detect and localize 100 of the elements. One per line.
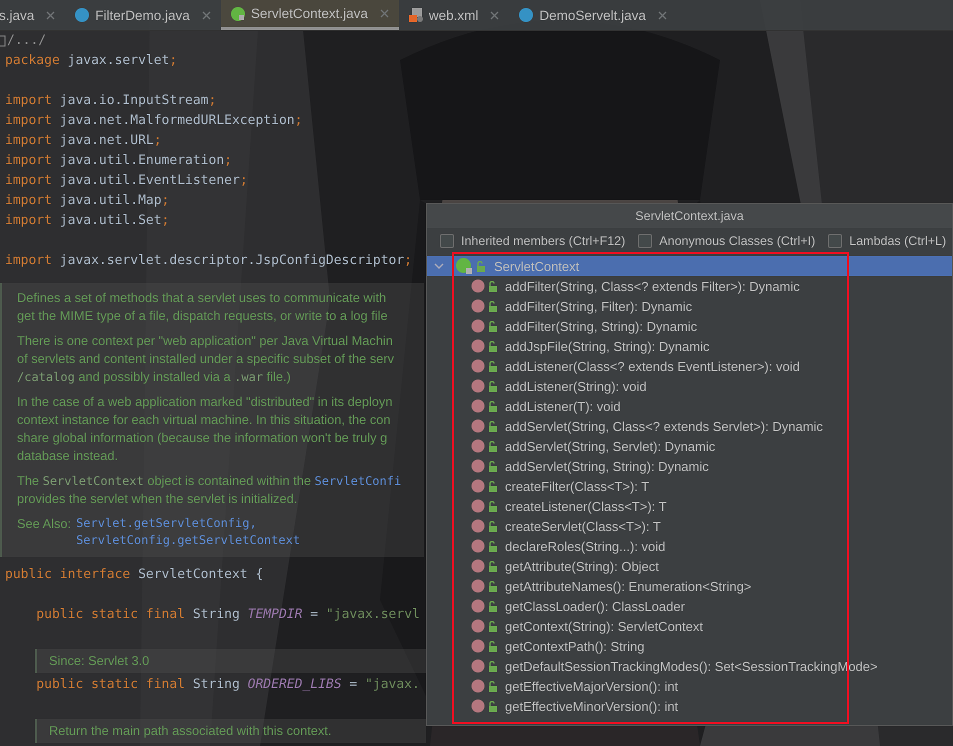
unlocked-padlock-icon [488, 560, 497, 572]
unlocked-padlock-icon [488, 500, 497, 512]
close-icon [380, 9, 389, 18]
fold-icon [0, 35, 6, 47]
code-line: import java.util.EventListener; [4, 172, 248, 190]
method-icon [471, 379, 485, 393]
code-line: import java.io.InputStream; [4, 92, 216, 110]
method-icon [471, 619, 485, 633]
code-line: import java.net.URL; [4, 132, 162, 150]
code-line: import java.util.Enumeration; [4, 152, 232, 170]
unlocked-padlock-icon [488, 440, 497, 452]
method-icon [471, 439, 485, 453]
unlocked-padlock-icon [488, 340, 497, 352]
doc-text: Defines a set of methods that a servlet uses to communicate with [17, 289, 386, 307]
unlocked-padlock-icon [488, 420, 497, 432]
method-icon [471, 339, 485, 353]
unlocked-padlock-icon [488, 660, 497, 672]
interface-icon [456, 258, 472, 274]
doc-text: In the case of a web application marked "distributed" in its deployn [17, 393, 392, 411]
tree-row[interactable]: addServlet(String, Servlet): Dynamic [427, 436, 952, 456]
tree-row[interactable]: getEffectiveMinorVersion(): int [427, 696, 952, 716]
checkbox[interactable] [440, 234, 454, 248]
unlocked-padlock-icon [488, 680, 497, 692]
method-icon [471, 699, 485, 713]
close-icon [202, 10, 211, 20]
editor-tab[interactable]: ServletContext.java [220, 0, 399, 30]
method-icon [471, 359, 485, 373]
code-line: public interface ServletContext { [4, 566, 264, 584]
doc-text: Return the main path associated with this context. [49, 722, 332, 740]
method-icon [471, 419, 485, 433]
doc-link[interactable]: ServletConfig.getServletContext [76, 532, 300, 549]
method-icon [471, 659, 485, 673]
unlocked-padlock-icon [488, 480, 497, 492]
unlocked-padlock-icon [488, 700, 497, 712]
tree-row[interactable]: getClassLoader(): ClassLoader [427, 596, 952, 616]
unlocked-padlock-icon [488, 300, 497, 312]
doc-link[interactable]: Servlet.getServletConfig, [76, 515, 257, 532]
unlocked-padlock-icon [488, 400, 497, 412]
close-icon [490, 10, 500, 20]
tree-row[interactable]: addFilter(String, Filter): Dynamic [427, 296, 952, 316]
doc-text: provides the servlet when the servlet is initialized. [17, 490, 298, 508]
doc-text: The ServletContext object is contained within the ServletConfi [17, 472, 402, 490]
tree-row[interactable]: addListener(T): void [427, 396, 952, 416]
editor-tab[interactable]: FilterDemo.java [65, 0, 221, 30]
code-line: package javax.servlet; [4, 52, 178, 70]
checkbox-label[interactable]: Anonymous Classes (Ctrl+I) [659, 234, 816, 248]
tree-row[interactable]: getContext(String): ServletContext [427, 616, 952, 636]
tree-row[interactable]: addFilter(String, Class<? extends Filter>): Dynamic [427, 276, 952, 296]
unlocked-padlock-icon [488, 520, 497, 532]
doc-text: of servlets and content installed under a specific subset of the serv [17, 350, 394, 368]
tree-row[interactable]: getEffectiveMajorVersion(): int [427, 676, 952, 696]
doc-text: /catalog and possibly installed via a .war file.) [17, 368, 291, 386]
checkbox[interactable] [828, 234, 842, 248]
editor-tab[interactable]: web.xml [398, 0, 510, 30]
tree-row[interactable]: addListener(Class<? extends EventListener>): void [427, 356, 952, 376]
doc-text: get the MIME type of a file, dispatch requests, or write to a log file [17, 307, 388, 325]
method-icon [471, 579, 485, 593]
tree-row[interactable]: createListener(Class<T>): T [427, 496, 952, 516]
checkbox[interactable] [638, 234, 652, 248]
method-icon [471, 539, 485, 553]
tree-row[interactable]: addFilter(String, String): Dynamic [427, 316, 952, 336]
tree-row[interactable]: getAttribute(String): Object [427, 556, 952, 576]
tree-row[interactable]: addJspFile(String, String): Dynamic [427, 336, 952, 356]
unlocked-padlock-icon [488, 280, 497, 292]
close-icon [658, 10, 667, 20]
tree-row[interactable]: createServlet(Class<T>): T [427, 516, 952, 536]
code-line: public static final String ORDERED_LIBS = "javax. [35, 676, 420, 694]
tree-row[interactable]: addServlet(String, Class<? extends Servlet>): Dynamic [427, 416, 952, 436]
code-line: import javax.servlet.descriptor.JspConfigDescriptor; [4, 252, 412, 270]
tree-row[interactable]: getAttributeNames(): Enumeration<String> [427, 576, 952, 596]
method-icon [471, 639, 485, 653]
popup-title: ServletContext.java [427, 204, 952, 228]
unlocked-padlock-icon [488, 360, 497, 372]
tree-row[interactable]: declareRoles(String...): void [427, 536, 952, 556]
doc-text: See Also: [17, 515, 72, 533]
folded-code[interactable]: /.../ [7, 31, 46, 51]
tree-row[interactable]: createFilter(Class<T>): T [427, 476, 952, 496]
unlocked-padlock-icon [488, 460, 497, 472]
checkbox-label[interactable]: Lambdas (Ctrl+L) [849, 234, 946, 248]
tree-row[interactable]: addListener(String): void [427, 376, 952, 396]
editor-tab[interactable]: DemoServelt.java [509, 0, 677, 30]
code-line: import java.util.Map; [4, 192, 170, 210]
unlocked-padlock-icon [476, 260, 485, 272]
method-icon [471, 479, 485, 493]
doc-link[interactable]: ServletConfi [314, 474, 402, 488]
unlocked-padlock-icon [488, 600, 497, 612]
unlocked-padlock-icon [488, 620, 497, 632]
interface-icon [230, 6, 245, 20]
tree-row[interactable]: getContextPath(): String [427, 636, 952, 656]
code-line: import java.net.MalformedURLException; [4, 112, 302, 130]
method-icon [471, 679, 485, 693]
unlocked-padlock-icon [488, 320, 497, 332]
tree-row[interactable]: addServlet(String, String): Dynamic [427, 456, 952, 476]
unlocked-padlock-icon [488, 380, 497, 392]
method-icon [471, 459, 485, 473]
doc-text: context instance for each virtual machine. In this situation, the con [17, 411, 390, 429]
unlocked-padlock-icon [488, 640, 497, 652]
unlocked-padlock-icon [488, 580, 497, 592]
code-line: import java.util.Set; [4, 212, 170, 230]
checkbox-label[interactable]: Inherited members (Ctrl+F12) [461, 234, 626, 248]
